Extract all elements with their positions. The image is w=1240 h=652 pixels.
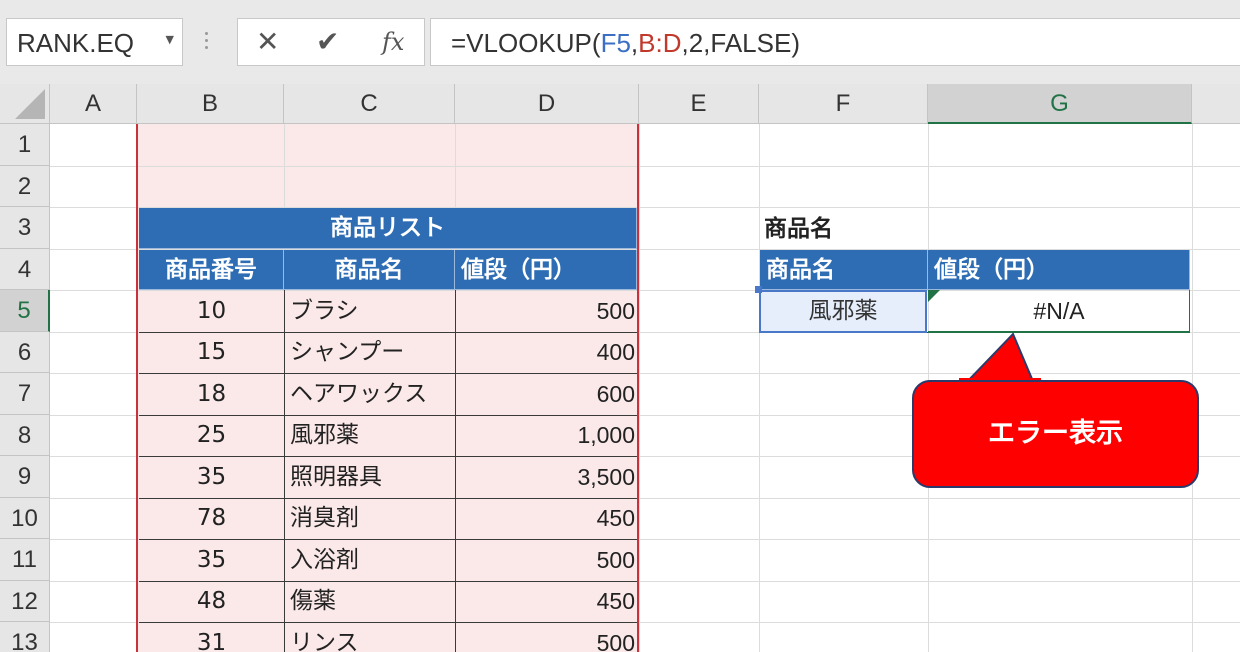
row-header-11[interactable]: 11 [0, 539, 50, 581]
formula-bar: RANK.EQ ▼ ✕ ✔ fx =VLOOKUP(F5,B:D,2,FALSE… [0, 0, 1240, 84]
result-cell-g5[interactable]: #N/A [928, 290, 1190, 333]
row-header-3[interactable]: 3 [0, 207, 50, 249]
callout-pointer [959, 332, 1041, 386]
column-header-g[interactable]: G [928, 84, 1192, 124]
row-header-4[interactable]: 4 [0, 249, 50, 290]
lookup-header-price: 値段（円） [928, 250, 1190, 290]
row-header-8[interactable]: 8 [0, 415, 50, 456]
header-product-id: 商品番号 [139, 250, 284, 290]
row-header-5[interactable]: 5 [0, 290, 50, 332]
row-header-10[interactable]: 10 [0, 498, 50, 539]
cell-id[interactable]: 78 [139, 498, 284, 539]
column-header-c[interactable]: C [284, 84, 455, 124]
formula-suffix: ,2,FALSE) [681, 28, 800, 58]
select-all-button[interactable] [0, 84, 50, 124]
error-callout: エラー表示 [912, 380, 1199, 488]
cancel-icon[interactable]: ✕ [256, 25, 279, 58]
column-header-d[interactable]: D [455, 84, 639, 124]
column-header-a[interactable]: A [50, 84, 137, 124]
row-header-6[interactable]: 6 [0, 332, 50, 373]
header-product-name: 商品名 [284, 250, 455, 290]
column-header-b[interactable]: B [137, 84, 284, 124]
result-value: #N/A [1033, 298, 1085, 324]
cell-name[interactable]: 照明器具 [290, 456, 455, 498]
row-header-9[interactable]: 9 [0, 456, 50, 498]
cell-name[interactable]: リンス [290, 622, 455, 652]
row-header-12[interactable]: 12 [0, 581, 50, 622]
cell-id[interactable]: 18 [139, 373, 284, 415]
cell-name[interactable]: ヘアワックス [290, 373, 455, 415]
chevron-down-icon[interactable]: ▼ [166, 33, 174, 46]
cell-name[interactable]: 入浴剤 [290, 539, 455, 581]
spreadsheet-grid[interactable]: A B C D E F G 1 2 3 4 5 6 7 8 9 10 11 12… [0, 84, 1240, 652]
cell-id[interactable]: 48 [139, 581, 284, 622]
formula-input[interactable]: =VLOOKUP(F5,B:D,2,FALSE) [430, 18, 1240, 66]
row-header-13[interactable]: 13 [0, 622, 50, 652]
name-box[interactable]: RANK.EQ ▼ [6, 18, 183, 66]
callout-text: エラー表示 [988, 418, 1123, 449]
cell-price[interactable]: 500 [455, 539, 635, 581]
cell-name[interactable]: ブラシ [290, 290, 455, 332]
insert-function-icon[interactable]: fx [382, 28, 404, 56]
cell-price[interactable]: 450 [455, 581, 635, 622]
lookup-input-value[interactable]: 風邪薬 [759, 290, 927, 333]
formula-ref-lookup: F5 [600, 28, 631, 58]
row-header-1[interactable]: 1 [0, 124, 50, 166]
drag-handle-icon[interactable] [201, 28, 211, 58]
cell-name[interactable]: 傷薬 [290, 581, 455, 622]
cell-id[interactable]: 35 [139, 539, 284, 581]
cell-name[interactable]: 消臭剤 [290, 498, 455, 539]
formula-buttons: ✕ ✔ fx [237, 18, 425, 66]
cell-id[interactable]: 25 [139, 415, 284, 456]
cell-price[interactable]: 1,000 [455, 415, 635, 456]
cell-id[interactable]: 15 [139, 332, 284, 373]
cell-price[interactable]: 600 [455, 373, 635, 415]
header-price: 値段（円） [455, 250, 637, 290]
lookup-header-name: 商品名 [760, 250, 928, 290]
cell-id[interactable]: 31 [139, 622, 284, 652]
cell-name[interactable]: シャンプー [290, 332, 455, 373]
cell-price[interactable]: 450 [455, 498, 635, 539]
row-header-2[interactable]: 2 [0, 166, 50, 207]
product-list-title: 商品リスト [139, 208, 637, 249]
lookup-label[interactable]: 商品名 [764, 208, 924, 250]
column-header-f[interactable]: F [759, 84, 928, 124]
cell-price[interactable]: 3,500 [455, 456, 635, 498]
cell-id[interactable]: 35 [139, 456, 284, 498]
row-header-7[interactable]: 7 [0, 373, 50, 415]
column-header-h[interactable] [1192, 84, 1240, 124]
cell-price[interactable]: 400 [455, 332, 635, 373]
name-box-value: RANK.EQ [17, 28, 135, 58]
cell-price[interactable]: 500 [455, 622, 635, 652]
column-header-e[interactable]: E [639, 84, 759, 124]
cell-price[interactable]: 500 [455, 290, 635, 332]
formula-text: =VLOOKUP(F5,B:D,2,FALSE) [451, 28, 800, 59]
cell-name[interactable]: 風邪薬 [290, 415, 455, 456]
formula-ref-range: B:D [638, 28, 682, 58]
cell-id[interactable]: 10 [139, 290, 284, 332]
enter-icon[interactable]: ✔ [316, 25, 339, 58]
formula-prefix: =VLOOKUP( [451, 28, 601, 58]
